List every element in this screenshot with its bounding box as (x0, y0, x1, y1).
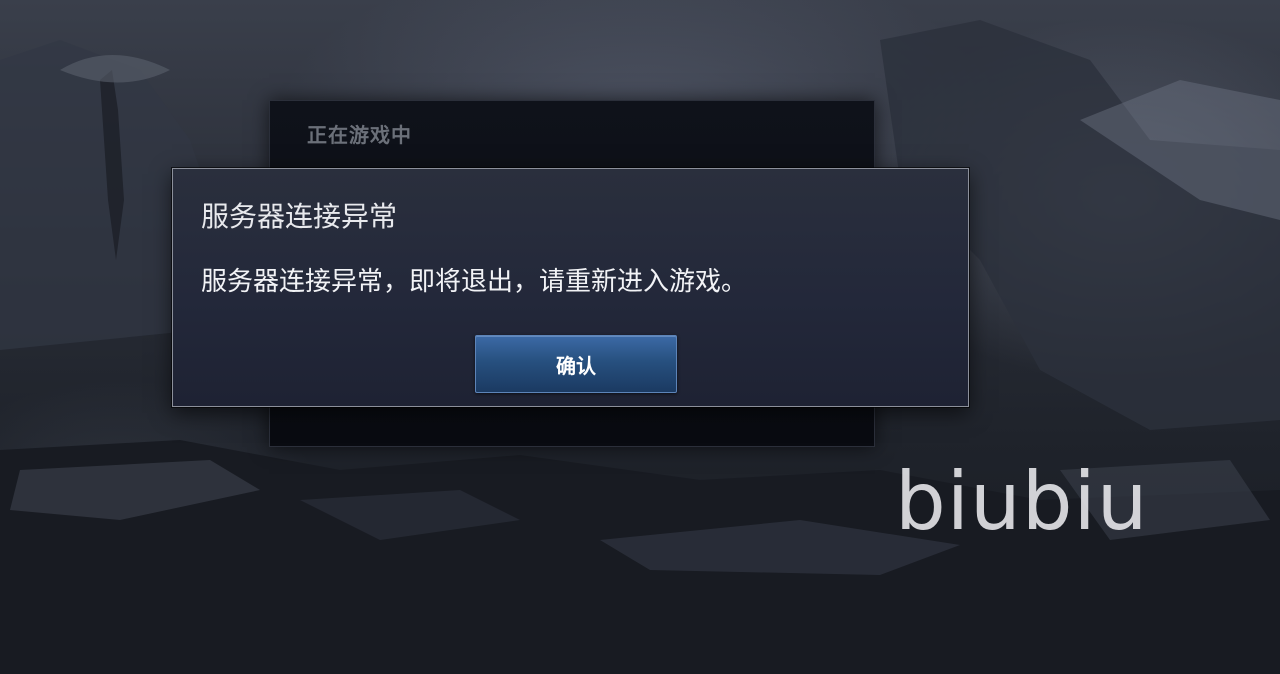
game-background: 正在游戏中 服务器连接异常 服务器连接异常，即将退出，请重新进入游戏。 确认 b… (0, 0, 1280, 674)
playing-panel-title: 正在游戏中 (307, 123, 412, 147)
biubiu-watermark-logo: biubiu (895, 455, 1149, 548)
dialog-title: 服务器连接异常 (201, 200, 398, 233)
dialog-message: 服务器连接异常，即将退出，请重新进入游戏。 (201, 267, 748, 297)
server-error-dialog: 服务器连接异常 服务器连接异常，即将退出，请重新进入游戏。 确认 (172, 168, 969, 407)
confirm-button[interactable]: 确认 (475, 335, 677, 393)
